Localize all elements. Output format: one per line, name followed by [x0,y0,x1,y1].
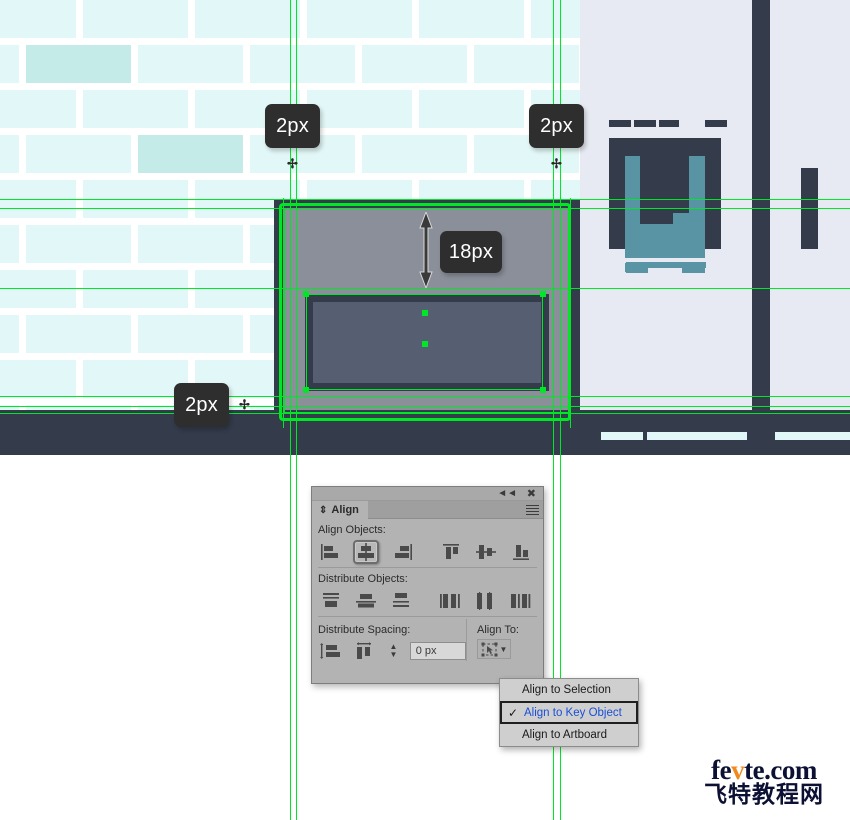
menu-item-label: Align to Key Object [524,706,622,719]
frame-tick [705,120,727,127]
menu-item-label: Align to Artboard [522,729,608,741]
horizontal-align-center-button[interactable] [353,540,379,564]
vertical-distribute-spacing-icon [319,643,340,659]
menu-item-align-to-key-object[interactable]: ✓ Align to Key Object [500,701,638,724]
screenshot-root: ✢ ✢ ✢ 2px 2px 18px 2px ◄◄ ✖ ⇕ Align Alig… [0,0,850,820]
vertical-align-center-icon [475,545,496,559]
spacing-stepper[interactable]: ▲ ▼ [386,642,400,661]
frame-tick [609,120,631,127]
horizontal-distribute-left-button[interactable] [438,589,463,613]
anchor-point[interactable] [303,291,309,297]
horizontal-distribute-spacing-icon [356,642,371,659]
horizontal-distribute-spacing-button[interactable] [352,639,377,663]
vertical-distribute-top-button[interactable] [318,589,343,613]
anchor-point[interactable] [303,387,309,393]
panel-divider [318,567,537,568]
horizontal-align-center-icon [358,543,374,561]
horizontal-distribute-center-icon [477,592,493,610]
horizontal-align-right-icon [394,544,412,560]
menu-item-align-to-artboard[interactable]: Align to Artboard [500,724,638,746]
tab-align[interactable]: ⇕ Align [312,501,368,519]
tab-align-label: Align [331,504,359,516]
vertical-distribute-spacing-button[interactable] [318,639,343,663]
align-to-label: Align To: [477,624,519,636]
spacing-value: 0 px [415,645,437,657]
panel-title-bar[interactable]: ◄◄ ✖ [312,487,543,501]
vertical-distribute-center-button[interactable] [353,589,378,613]
panel-tab-row[interactable]: ⇕ Align [312,501,543,519]
horizontal-distribute-center-button[interactable] [473,589,498,613]
distribute-spacing-label: Distribute Spacing: [318,624,411,636]
collapse-panel-icon[interactable]: ◄◄ [497,489,517,499]
vertical-align-bottom-icon [512,545,529,560]
wall-pillar [752,0,770,410]
chevron-down-icon[interactable]: ▼ [390,651,398,659]
frame-tick [634,120,656,127]
tab-grip-icon: ⇕ [319,504,328,516]
align-to-key-object-icon [481,642,498,656]
anchor-point[interactable] [540,291,546,297]
measurement-pill-bottom-left: 2px [174,383,229,427]
panel-divider [318,616,537,617]
vertical-distribute-center-icon [355,594,376,608]
floor-highlight [775,432,850,440]
frame-tick [659,120,679,127]
horizontal-distribute-left-icon [440,594,460,608]
align-panel[interactable]: ◄◄ ✖ ⇕ Align Align Objects: Distribute O… [311,486,544,684]
align-to-dropdown-menu[interactable]: Align to Selection ✓ Align to Key Object… [499,678,639,747]
measurement-pill-top-left: 2px [265,104,320,148]
watermark-chinese: 飞特教程网 [704,782,824,808]
distribute-objects-row[interactable] [318,588,543,614]
center-point[interactable] [422,341,428,347]
vertical-align-center-button[interactable] [473,540,498,564]
measurement-pill-vertical: 18px [440,231,502,273]
vertical-align-top-button[interactable] [438,540,463,564]
vertical-align-bottom-button[interactable] [508,540,533,564]
watermark: fevte.com 飞特教程网 [686,757,842,808]
spacing-value-field[interactable]: 0 px [409,642,466,660]
panel-menu-icon[interactable] [526,505,539,515]
floor-highlight [647,432,747,440]
watermark-english-post: te.com [744,755,817,785]
horizontal-align-left-button[interactable] [318,540,343,564]
horizontal-distribute-right-icon [511,594,531,608]
smart-point-marker: ✢ [239,397,250,412]
vertical-distribute-bottom-button[interactable] [388,589,413,613]
smart-guide-horizontal [0,199,850,200]
align-objects-label: Align Objects: [318,524,386,536]
menu-item-align-to-selection[interactable]: Align to Selection [500,679,638,701]
menu-item-label: Align to Selection [522,684,611,696]
center-point[interactable] [422,310,428,316]
floor-highlight [601,432,643,440]
measure-arrow-vertical [419,212,433,288]
distribute-objects-label: Distribute Objects: [318,573,408,585]
smart-point-marker: ✢ [287,156,298,171]
align-to-group[interactable]: Align To: ▼ [466,619,519,661]
distribute-spacing-row[interactable]: Distribute Spacing: ▲ ▼ 0 px Align To: ▼ [312,619,543,663]
check-icon: ✓ [508,705,519,720]
watermark-english-pre: fe [711,755,732,785]
vertical-distribute-bottom-icon [392,593,409,607]
smart-point-marker: ✢ [551,156,562,171]
vertical-distribute-top-icon [322,593,339,607]
close-icon[interactable]: ✖ [527,489,536,500]
chevron-down-icon[interactable]: ▼ [500,645,508,654]
align-objects-row[interactable] [318,539,543,565]
horizontal-distribute-right-button[interactable] [508,589,533,613]
watermark-english: fevte.com [686,755,842,785]
vertical-align-top-icon [442,544,459,559]
anchor-point[interactable] [540,387,546,393]
measurement-pill-top-right: 2px [529,104,584,148]
align-to-dropdown-button[interactable]: ▼ [477,639,511,659]
distribute-spacing-group[interactable]: Distribute Spacing: ▲ ▼ 0 px [318,619,466,663]
horizontal-align-right-button[interactable] [389,540,414,564]
horizontal-align-left-icon [320,544,338,560]
watermark-english-accent: v [731,755,745,785]
wall-picture-frame [609,138,721,273]
